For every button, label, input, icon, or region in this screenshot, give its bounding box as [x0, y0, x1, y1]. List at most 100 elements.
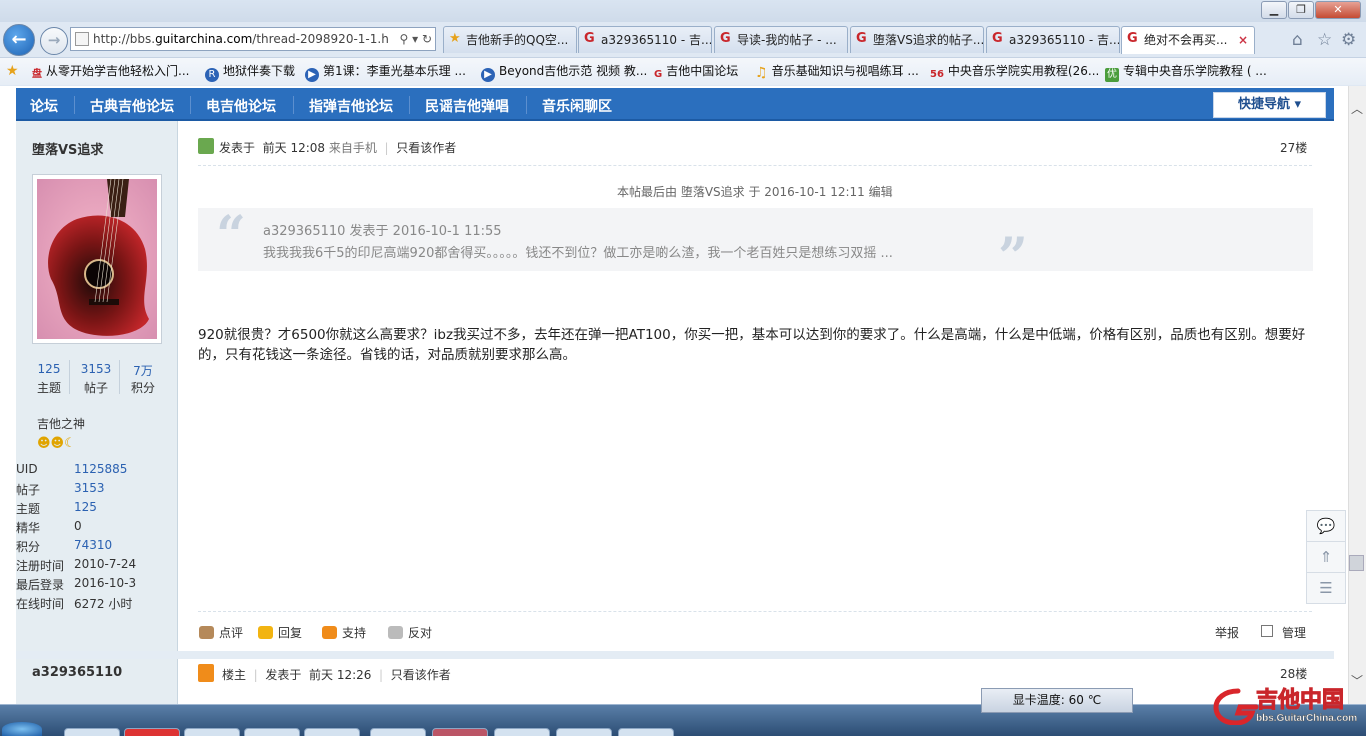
favorite-site-icon: ♫: [755, 65, 768, 81]
post-action-button[interactable]: 反对: [388, 624, 432, 641]
stat-value[interactable]: 125: [24, 362, 74, 376]
minimize-button[interactable]: ▁: [1261, 1, 1287, 19]
comment-tool-button[interactable]: 💬: [1306, 510, 1346, 542]
quick-nav-button[interactable]: 快捷导航 ▾: [1213, 92, 1326, 118]
browser-tab[interactable]: Ga329365110 - 吉...: [986, 26, 1120, 53]
taskbar-app[interactable]: [304, 728, 360, 736]
forward-button[interactable]: →: [40, 27, 68, 55]
report-link[interactable]: 举报: [1215, 624, 1239, 641]
profile-field-value: 2010-7-24: [74, 557, 137, 571]
forum-nav-item[interactable]: 音乐闲聊区: [542, 96, 612, 116]
browser-tab[interactable]: G 绝对不会再买... ×: [1121, 26, 1255, 54]
maximize-button[interactable]: ❐: [1288, 1, 1314, 19]
only-author-link[interactable]: 只看该作者: [396, 141, 456, 155]
role-label: 楼主: [222, 668, 247, 682]
favorite-link[interactable]: 盘从零开始学吉他轻松入门...: [32, 62, 189, 82]
manage-label: 管理: [1282, 626, 1307, 640]
only-author-link[interactable]: 只看该作者: [391, 668, 451, 682]
profile-field-value[interactable]: 125: [74, 500, 97, 514]
taskbar-app[interactable]: [64, 728, 120, 736]
favorite-link[interactable]: ♫ 音乐基础知识与视唱练耳 ...: [755, 62, 919, 80]
user-rank: 吉他之神: [37, 417, 86, 431]
author-name[interactable]: 堕落VS追求: [32, 139, 103, 158]
forward-arrow-icon: →: [47, 31, 61, 49]
browser-tab[interactable]: Ga329365110 - 吉...: [578, 26, 712, 53]
taskbar-app[interactable]: [370, 728, 426, 736]
forum-nav-item[interactable]: 古典吉他论坛: [90, 96, 174, 116]
favorite-label: 从零开始学吉他轻松入门...: [46, 64, 190, 78]
post-separator: [16, 651, 1334, 659]
watermark-title: 吉他中国: [1256, 687, 1344, 712]
posted-prefix: 发表于: [265, 668, 302, 682]
author-name[interactable]: a329365110: [32, 665, 122, 680]
stat-value[interactable]: 3153: [71, 362, 121, 376]
taskbar-app[interactable]: [494, 728, 550, 736]
post-action-label: 支持: [342, 626, 367, 640]
back-button[interactable]: ←: [3, 24, 35, 56]
address-tools[interactable]: ⚲ ▾ ↻: [395, 28, 432, 50]
floor-number[interactable]: 27楼: [1280, 139, 1307, 156]
favorite-link[interactable]: 优专辑中央音乐学院教程 ( ...: [1105, 62, 1267, 82]
browser-tab[interactable]: G 导读-我的帖子 - ...: [714, 26, 848, 53]
profile-field-label: UID: [16, 462, 38, 476]
profile-field-value[interactable]: 3153: [74, 481, 105, 495]
forum-nav-item[interactable]: 电吉他论坛: [206, 96, 276, 116]
forum-nav-item[interactable]: 民谣吉他弹唱: [425, 96, 509, 116]
forum-nav-item[interactable]: 指弹吉他论坛: [309, 96, 393, 116]
taskbar-app[interactable]: [432, 728, 488, 736]
browser-tab[interactable]: ★ 吉他新手的QQ空...: [443, 26, 577, 53]
post-action-button[interactable]: 回复: [258, 624, 302, 641]
favorite-site-icon: G: [654, 69, 663, 80]
profile-field-label: 帖子: [16, 483, 41, 497]
manage-checkbox[interactable]: [1261, 625, 1273, 637]
taskbar-app[interactable]: [124, 728, 180, 736]
guitarchina-watermark: 吉他中国 bbs.GuitarChina.com: [1212, 685, 1362, 726]
taskbar-app[interactable]: [618, 728, 674, 736]
favorite-site-icon: 优: [1105, 68, 1119, 82]
favorite-link[interactable]: R 地狱伴奏下载: [205, 62, 295, 82]
favorite-link[interactable]: ▶ 第1课：李重光基本乐理 ...: [305, 62, 466, 82]
divider: [198, 165, 1312, 166]
scrollbar-thumb[interactable]: [1349, 555, 1364, 571]
profile-field-label: 在线时间: [16, 597, 65, 611]
profile-field-label: 最后登录: [16, 578, 65, 592]
taskbar-app[interactable]: [244, 728, 300, 736]
forum-nav-item[interactable]: 论坛: [30, 96, 58, 116]
close-tab-icon[interactable]: ×: [1238, 27, 1248, 53]
post-action-button[interactable]: 点评: [199, 624, 243, 641]
list-button[interactable]: ☰: [1306, 572, 1346, 604]
avatar[interactable]: [32, 174, 162, 344]
profile-field-value[interactable]: 1125885: [74, 462, 127, 476]
scroll-up-icon[interactable]: ︿: [1351, 100, 1363, 117]
home-icon[interactable]: ⌂: [1292, 30, 1303, 50]
settings-gear-icon[interactable]: ⚙: [1341, 30, 1356, 50]
back-to-top-button[interactable]: ⇑: [1306, 541, 1346, 573]
stat-divider: [119, 360, 120, 394]
nav-divider: [409, 96, 410, 114]
favorites-star-icon[interactable]: ★: [6, 62, 23, 78]
posted-prefix: 发表于: [219, 141, 256, 155]
close-window-button[interactable]: ✕: [1315, 1, 1361, 19]
stat-value[interactable]: 7万: [118, 362, 168, 379]
profile-field-value[interactable]: 74310: [74, 538, 112, 552]
vertical-scrollbar[interactable]: [1348, 86, 1366, 704]
post-content-area: [180, 121, 1334, 651]
profile-field-value: 6272 小时: [74, 597, 133, 611]
browser-tab[interactable]: G 堕落VS追求的帖子...: [850, 26, 984, 53]
address-bar[interactable]: http://bbs.guitarchina.com/thread-209892…: [70, 27, 436, 51]
taskbar-app[interactable]: [184, 728, 240, 736]
favorite-label: 音乐基础知识与视唱练耳 ...: [771, 64, 919, 78]
post-action-button[interactable]: 支持: [322, 624, 366, 641]
gpu-temperature-widget[interactable]: 显卡温度: 60 ℃: [981, 688, 1133, 713]
start-button[interactable]: [2, 722, 42, 736]
arrow-up-icon: ⇑: [1319, 548, 1333, 566]
favorite-link[interactable]: 56 中央音乐学院实用教程(26...: [930, 62, 1099, 82]
favorite-link[interactable]: ▶ Beyond吉他示范 视频 教...: [481, 62, 647, 82]
comment-icon: 💬: [1316, 517, 1336, 535]
favorites-star-icon[interactable]: ☆: [1317, 30, 1332, 50]
favorite-link[interactable]: G 吉他中国论坛: [654, 62, 738, 82]
address-url-domain: guitarchina.com: [155, 32, 253, 46]
favorite-label: 吉他中国论坛: [666, 64, 739, 78]
taskbar-app[interactable]: [556, 728, 612, 736]
floor-number[interactable]: 28楼: [1280, 665, 1307, 682]
